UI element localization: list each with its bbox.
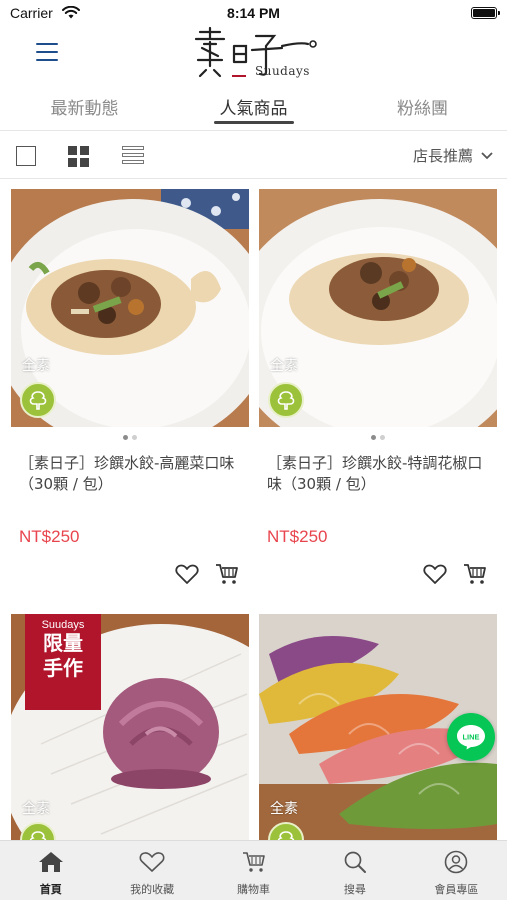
line-icon: LINE — [457, 725, 485, 750]
tabs-divider — [0, 130, 507, 131]
grid-view-icon[interactable] — [68, 146, 89, 167]
sort-dropdown[interactable]: 店長推薦 — [413, 145, 493, 166]
nav-favorites-label: 我的收藏 — [130, 883, 175, 896]
app-header: Suudays — [0, 26, 507, 88]
image-carousel-dots — [11, 435, 249, 440]
product-name[interactable]: ［素日子］珍饌水餃-高麗菜口味（30顆 / 包） — [19, 453, 241, 495]
vegan-badge-text: 全素 — [22, 801, 50, 817]
status-time: 8:14 PM — [227, 5, 280, 21]
tab-latest-news[interactable]: 最新動態 — [0, 88, 169, 126]
line-chat-button[interactable]: LINE — [447, 713, 495, 761]
vegan-badge-text: 全素 — [270, 801, 298, 817]
product-actions — [175, 563, 239, 589]
limited-handmade-tag: Suudays 限量 手作 — [25, 614, 101, 710]
list-view-icon[interactable] — [122, 146, 144, 166]
nav-home-label: 首頁 — [39, 883, 62, 896]
heart-icon — [139, 852, 165, 872]
tag-handmade: 手作 — [43, 656, 83, 680]
nav-cart-label: 購物車 — [237, 883, 271, 896]
hamburger-menu-icon[interactable] — [36, 43, 58, 61]
bottom-navigation: 首頁 我的收藏 購物車 搜尋 會員專區 — [0, 840, 507, 900]
product-image[interactable]: 全素 — [259, 189, 497, 427]
image-carousel-dots — [259, 435, 497, 440]
logo-text: Suudays — [255, 64, 310, 78]
product-price: NT$250 — [19, 527, 80, 546]
tab-popular-products[interactable]: 人氣商品 — [169, 88, 338, 126]
nav-cart[interactable]: 購物車 — [203, 841, 304, 900]
status-bar: Carrier 8:14 PM — [0, 0, 507, 26]
tab-fan-page[interactable]: 粉絲團 — [338, 88, 507, 126]
heart-icon[interactable] — [423, 563, 447, 589]
user-icon — [445, 850, 468, 874]
product-name[interactable]: ［素日子］珍饌水餃-特調花椒口味（30顆 / 包） — [267, 453, 489, 495]
vegan-tree-icon — [20, 382, 56, 418]
product-image[interactable]: Suudays 限量 手作 全素 — [11, 614, 249, 852]
nav-member[interactable]: 會員專區 — [406, 841, 507, 900]
cart-icon[interactable] — [215, 563, 239, 589]
battery-icon — [471, 7, 500, 19]
nav-member-label: 會員專區 — [434, 883, 479, 896]
sort-label: 店長推薦 — [412, 147, 473, 165]
nav-search[interactable]: 搜尋 — [304, 841, 405, 900]
nav-favorites[interactable]: 我的收藏 — [101, 841, 202, 900]
svg-text:LINE: LINE — [462, 733, 479, 742]
single-view-icon[interactable] — [16, 146, 36, 166]
chevron-down-icon — [481, 151, 493, 159]
nav-home[interactable]: 首頁 — [0, 841, 101, 900]
vegan-badge-text: 全素 — [22, 358, 50, 374]
toolbar-divider — [0, 178, 507, 179]
cart-icon[interactable] — [463, 563, 487, 589]
product-price: NT$250 — [267, 527, 328, 546]
product-card[interactable]: 全素 ［素日子］珍饌水餃-特調花椒口味（30顆 / 包） NT$250 — [259, 189, 497, 584]
search-icon — [344, 851, 366, 873]
product-image[interactable]: 全素 — [11, 189, 249, 427]
product-card[interactable]: 全素 ［素日子］珍饌水餃-高麗菜口味（30顆 / 包） NT$250 — [11, 189, 249, 584]
nav-search-label: 搜尋 — [343, 883, 366, 896]
product-actions — [423, 563, 487, 589]
top-tabs: 最新動態 人氣商品 粉絲團 — [0, 88, 507, 126]
vegan-tree-icon — [268, 382, 304, 418]
tag-brand: Suudays — [41, 619, 85, 631]
cart-icon — [242, 852, 265, 872]
product-card[interactable]: Suudays 限量 手作 全素 — [11, 614, 249, 852]
vegan-badge-text: 全素 — [270, 358, 298, 374]
heart-icon[interactable] — [175, 563, 199, 589]
home-icon — [38, 852, 63, 872]
tag-limited: 限量 — [43, 631, 83, 655]
view-toolbar: 店長推薦 — [0, 132, 507, 178]
